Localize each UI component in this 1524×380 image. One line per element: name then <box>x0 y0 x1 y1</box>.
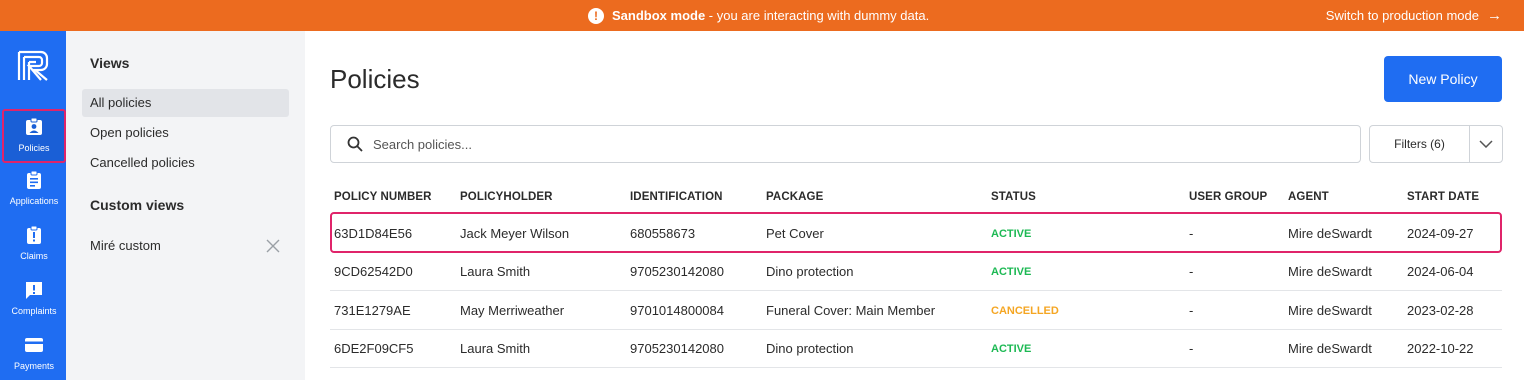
left-nav: Policies Applications Claims Complaints <box>0 31 66 380</box>
filters-dropdown-toggle[interactable] <box>1470 126 1502 162</box>
cell-package: Dino protection <box>766 264 854 279</box>
cell-start: 2024-06-04 <box>1407 264 1474 279</box>
cell-status: ACTIVE <box>991 228 1032 240</box>
cell-number: 63D1D84E56 <box>334 226 413 241</box>
views-panel: Views All policies Open policies Cancell… <box>66 31 305 380</box>
chevron-down-icon <box>1479 140 1493 148</box>
nav-label-applications: Applications <box>9 196 59 206</box>
cell-group: - <box>1189 303 1194 318</box>
filters-button[interactable]: Filters (6) <box>1370 126 1470 162</box>
cell-id: 680558673 <box>630 226 696 241</box>
cell-package: Pet Cover <box>766 226 824 241</box>
cell-number: 9CD62542D0 <box>334 264 413 279</box>
search-bar <box>330 125 1361 163</box>
table-row[interactable]: 6DE2F09CF5 Laura Smith 9705230142080 Dino p… <box>330 330 1502 368</box>
col-header-status: STATUS <box>991 191 1036 203</box>
clipboard-icon <box>27 170 41 189</box>
cell-status: ACTIVE <box>991 266 1032 278</box>
cell-agent: Mire deSwardt <box>1288 264 1372 279</box>
cell-start: 2024-09-27 <box>1407 226 1474 241</box>
custom-views-heading: Custom views <box>90 197 185 213</box>
cell-id: 9705230142080 <box>630 264 724 279</box>
nav-item-complaints[interactable]: Complaints <box>2 274 66 328</box>
arrow-right-icon: → <box>1487 7 1502 24</box>
chat-alert-icon <box>26 282 42 299</box>
nav-item-applications[interactable]: Applications <box>2 164 66 218</box>
view-all-policies[interactable]: All policies <box>82 89 289 117</box>
sandbox-text: - you are interacting with dummy data. <box>705 8 930 23</box>
cell-holder: Laura Smith <box>460 264 531 279</box>
sandbox-label: Sandbox mode <box>612 8 706 23</box>
table-row[interactable]: 731E1279AE May Merriweather 9701014800084 F… <box>330 292 1502 330</box>
cell-holder: Jack Meyer Wilson <box>460 226 570 241</box>
cell-package: Funeral Cover: Main Member <box>766 303 936 318</box>
col-header-package: PACKAGE <box>766 191 824 203</box>
filters-control: Filters (6) <box>1369 125 1503 163</box>
cell-holder: May Merriweather <box>460 303 565 318</box>
table-row[interactable]: 9CD62542D0 Laura Smith 9705230142080 Dino p… <box>330 253 1502 291</box>
cell-start: 2023-02-28 <box>1407 303 1474 318</box>
cell-agent: Mire deSwardt <box>1288 226 1372 241</box>
cell-id: 9701014800084 <box>630 303 724 318</box>
credit-card-icon <box>25 338 43 352</box>
cell-package: Dino protection <box>766 341 854 356</box>
sandbox-banner: ! Sandbox mode - you are interacting wit… <box>0 0 1524 31</box>
nav-label-complaints: Complaints <box>11 306 57 316</box>
table-row[interactable]: 63D1D84E56 Jack Meyer Wilson 680558673 Pet … <box>330 212 1502 253</box>
page-title: Policies <box>330 64 420 94</box>
close-icon[interactable] <box>265 238 281 254</box>
nav-label-policies: Policies <box>18 143 50 153</box>
views-heading: Views <box>90 55 130 71</box>
nav-item-payments[interactable]: Payments <box>2 329 66 380</box>
nav-item-claims[interactable]: Claims <box>2 219 66 273</box>
alert-circle-icon: ! <box>588 7 604 24</box>
cell-start: 2022-10-22 <box>1407 341 1474 356</box>
col-header-start-date: START DATE <box>1407 191 1480 203</box>
nav-label-claims: Claims <box>20 251 48 261</box>
cell-group: - <box>1189 226 1194 241</box>
search-input[interactable] <box>373 136 1273 152</box>
cell-group: - <box>1189 341 1194 356</box>
switch-production-label: Switch to production mode <box>1325 8 1479 23</box>
cell-status: ACTIVE <box>991 343 1032 355</box>
col-header-agent: AGENT <box>1288 191 1329 203</box>
cell-holder: Laura Smith <box>460 341 531 356</box>
cell-status: CANCELLED <box>991 305 1059 317</box>
nav-item-policies[interactable]: Policies <box>2 109 66 163</box>
badge-icon <box>26 117 42 135</box>
cell-number: 6DE2F09CF5 <box>334 341 414 356</box>
new-policy-button[interactable]: New Policy <box>1384 56 1502 102</box>
cell-agent: Mire deSwardt <box>1288 341 1372 356</box>
col-header-policyholder: POLICYHOLDER <box>460 191 553 203</box>
nav-label-payments: Payments <box>13 361 55 371</box>
cell-id: 9705230142080 <box>630 341 724 356</box>
col-header-identification: IDENTIFICATION <box>630 191 723 203</box>
sandbox-notice: ! Sandbox mode - you are interacting wit… <box>588 0 929 31</box>
view-cancelled-policies[interactable]: Cancelled policies <box>82 149 289 177</box>
view-custom-mire[interactable]: Miré custom <box>82 232 289 260</box>
clipboard-alert-icon <box>27 225 41 244</box>
view-open-policies[interactable]: Open policies <box>82 119 289 147</box>
col-header-user-group: USER GROUP <box>1189 191 1268 203</box>
logo-icon <box>17 50 49 81</box>
cell-number: 731E1279AE <box>334 303 411 318</box>
cell-agent: Mire deSwardt <box>1288 303 1372 318</box>
col-header-policy-number: POLICY NUMBER <box>334 191 432 203</box>
cell-group: - <box>1189 264 1194 279</box>
search-icon <box>347 136 363 152</box>
switch-to-production-link[interactable]: Switch to production mode → <box>1326 0 1502 31</box>
